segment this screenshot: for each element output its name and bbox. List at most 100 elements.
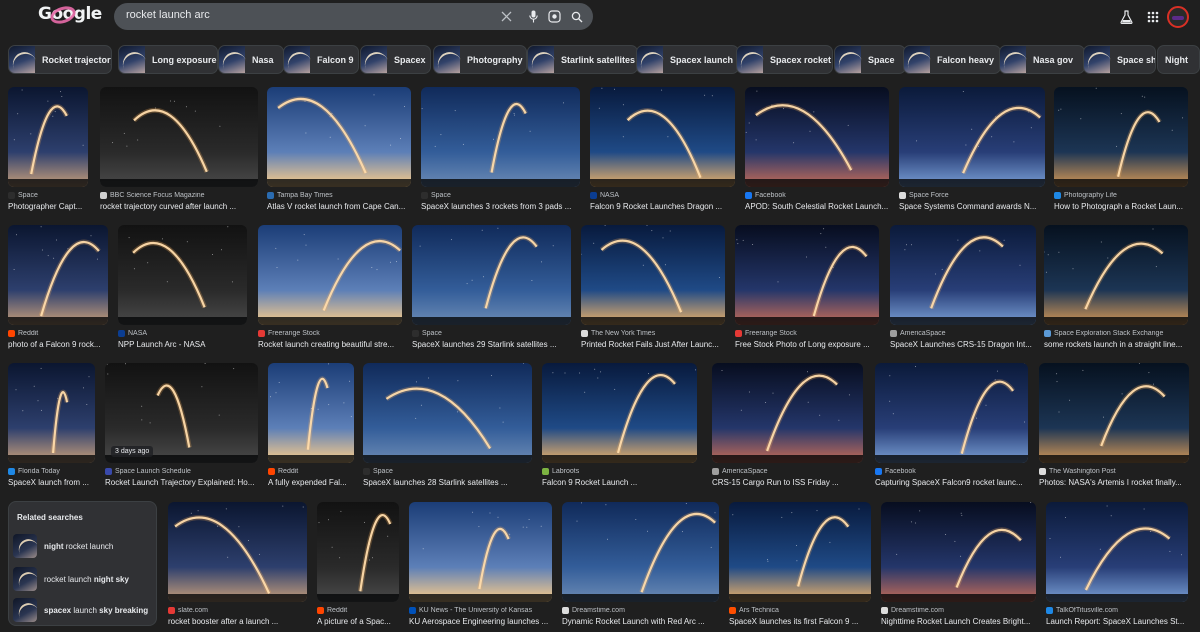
image-result[interactable]: The New York Times Printed Rocket Fails J… (581, 225, 725, 358)
image-result[interactable]: 3 days ago Space Launch Schedule Rocket La… (105, 363, 258, 496)
image-result[interactable]: Space SpaceX launches 3 rockets from 3 pa… (421, 87, 580, 220)
image-result[interactable]: AmericaSpace SpaceX Launches CRS-15 Drago… (890, 225, 1036, 358)
result-caption[interactable]: Atlas V rocket launch from Cape Can... (267, 202, 411, 211)
result-thumbnail[interactable] (268, 363, 354, 463)
result-thumbnail[interactable] (1046, 502, 1188, 602)
chip-nasa-gov[interactable]: Nasa gov (999, 45, 1085, 74)
result-caption[interactable]: Falcon 9 Rocket Launch ... (542, 478, 697, 487)
result-caption[interactable]: rocket booster after a launch ... (168, 617, 307, 626)
result-caption[interactable]: Rocket launch creating beautiful stre... (258, 340, 402, 349)
result-source[interactable]: Dreamstime.com (562, 607, 719, 614)
result-caption[interactable]: NPP Launch Arc - NASA (118, 340, 247, 349)
image-result[interactable]: slate.com rocket booster after a launch .… (168, 502, 307, 632)
result-thumbnail[interactable]: 3 days ago (105, 363, 258, 463)
result-source[interactable]: Tampa Bay Times (267, 192, 411, 199)
image-result[interactable]: BBC Science Focus Magazine rocket traject… (100, 87, 258, 220)
chip-starlink-satellites[interactable]: Starlink satellites (527, 45, 638, 74)
result-source[interactable]: AmericaSpace (712, 468, 863, 475)
result-source[interactable]: BBC Science Focus Magazine (100, 192, 258, 199)
result-caption[interactable]: Falcon 9 Rocket Launches Dragon ... (590, 202, 735, 211)
image-result[interactable]: Reddit photo of a Falcon 9 rock... (8, 225, 108, 358)
chip-spacex-launch[interactable]: Spacex launch (636, 45, 739, 74)
result-source[interactable]: Space (421, 192, 580, 199)
chip-space[interactable]: Space (834, 45, 906, 74)
google-logo[interactable]: Google (38, 3, 102, 27)
chip-spacex-rocket[interactable]: Spacex rocket (736, 45, 833, 74)
image-result[interactable]: Tampa Bay Times Atlas V rocket launch fro… (267, 87, 411, 220)
chip-nasa[interactable]: Nasa (218, 45, 284, 74)
result-caption[interactable]: APOD: South Celestial Rocket Launch... (745, 202, 889, 211)
image-result[interactable]: Space Force Space Systems Command awards … (899, 87, 1045, 220)
result-thumbnail[interactable] (1054, 87, 1188, 187)
result-caption[interactable]: Rocket Launch Trajectory Explained: Ho..… (105, 478, 258, 487)
image-result[interactable]: Reddit A picture of a Spac... (317, 502, 399, 632)
apps-grid-icon[interactable] (1144, 8, 1162, 26)
result-thumbnail[interactable] (267, 87, 411, 187)
result-caption[interactable]: SpaceX launches 29 Starlink satellites .… (412, 340, 571, 349)
result-caption[interactable]: SpaceX launches 3 rockets from 3 pads ..… (421, 202, 580, 211)
labs-flask-icon[interactable] (1117, 8, 1135, 26)
image-result[interactable]: NASA NPP Launch Arc - NASA (118, 225, 247, 358)
result-source[interactable]: Freerange Stock (258, 330, 402, 337)
result-caption[interactable]: rocket trajectory curved after launch ..… (100, 202, 258, 211)
result-thumbnail[interactable] (168, 502, 307, 602)
result-thumbnail[interactable] (258, 225, 402, 325)
result-caption[interactable]: KU Aerospace Engineering launches ... (409, 617, 552, 626)
image-result[interactable]: The Washington Post Photos: NASA's Artemi… (1039, 363, 1189, 496)
result-thumbnail[interactable] (875, 363, 1028, 463)
chip-falcon-9[interactable]: Falcon 9 (283, 45, 359, 74)
related-search-item[interactable]: spacex launch sky breaking (13, 597, 153, 623)
result-source[interactable]: Reddit (268, 468, 354, 475)
result-caption[interactable]: CRS-15 Cargo Run to ISS Friday ... (712, 478, 863, 487)
result-thumbnail[interactable] (729, 502, 871, 602)
result-thumbnail[interactable] (8, 363, 95, 463)
image-result[interactable]: KU News - The University of Kansas KU Aer… (409, 502, 552, 632)
result-thumbnail[interactable] (412, 225, 571, 325)
chip-long-exposure[interactable]: Long exposure (118, 45, 218, 74)
result-caption[interactable]: photo of a Falcon 9 rock... (8, 340, 108, 349)
result-source[interactable]: slate.com (168, 607, 307, 614)
result-caption[interactable]: A picture of a Spac... (317, 617, 399, 626)
image-result[interactable]: Space Exploration Stack Exchange some roc… (1044, 225, 1188, 358)
result-thumbnail[interactable] (881, 502, 1036, 602)
result-caption[interactable]: How to Photograph a Rocket Laun... (1054, 202, 1188, 211)
chip-photography[interactable]: Photography (433, 45, 527, 74)
result-thumbnail[interactable] (562, 502, 719, 602)
lens-icon[interactable] (547, 9, 562, 24)
related-search-item[interactable]: night rocket launch (13, 533, 153, 559)
image-result[interactable]: Freerange Stock Free Stock Photo of Long … (735, 225, 879, 358)
result-caption[interactable]: Dynamic Rocket Launch with Red Arc ... (562, 617, 719, 626)
image-result[interactable]: Space SpaceX launches 28 Starlink satelli… (363, 363, 532, 496)
result-source[interactable]: Ars Technica (729, 607, 871, 614)
clear-icon[interactable] (499, 9, 514, 24)
image-result[interactable]: Florida Today SpaceX launch from ... (8, 363, 95, 496)
search-input[interactable]: rocket launch arc (126, 9, 210, 21)
result-thumbnail[interactable] (100, 87, 258, 187)
result-thumbnail[interactable] (581, 225, 725, 325)
image-result[interactable]: Freerange Stock Rocket launch creating be… (258, 225, 402, 358)
microphone-icon[interactable] (526, 9, 541, 24)
result-caption[interactable]: SpaceX launch from ... (8, 478, 95, 487)
search-box[interactable]: rocket launch arc (114, 3, 593, 30)
result-thumbnail[interactable] (1039, 363, 1189, 463)
result-source[interactable]: The New York Times (581, 330, 725, 337)
result-thumbnail[interactable] (421, 87, 580, 187)
image-result[interactable]: Space SpaceX launches 29 Starlink satelli… (412, 225, 571, 358)
account-avatar[interactable] (1167, 6, 1189, 28)
result-source[interactable]: Space Launch Schedule (105, 468, 258, 475)
image-result[interactable]: Space Photographer Capt... (8, 87, 88, 220)
image-result[interactable]: Ars Technica SpaceX launches its first Fa… (729, 502, 871, 632)
result-thumbnail[interactable] (409, 502, 552, 602)
result-caption[interactable]: Launch Report: SpaceX Launches St... (1046, 617, 1188, 626)
image-result[interactable]: Facebook APOD: South Celestial Rocket Lau… (745, 87, 889, 220)
result-thumbnail[interactable] (542, 363, 697, 463)
result-caption[interactable]: Space Systems Command awards N... (899, 202, 1045, 211)
image-result[interactable]: Photography Life How to Photograph a Rock… (1054, 87, 1188, 220)
image-result[interactable]: Facebook Capturing SpaceX Falcon9 rocket … (875, 363, 1028, 496)
result-thumbnail[interactable] (317, 502, 399, 602)
result-source[interactable]: Space (363, 468, 532, 475)
image-result[interactable]: TalkOfTitusville.com Launch Report: Space… (1046, 502, 1188, 632)
image-result[interactable]: Dreamstime.com Nighttime Rocket Launch Cr… (881, 502, 1036, 632)
result-source[interactable]: Florida Today (8, 468, 95, 475)
image-result[interactable]: Dreamstime.com Dynamic Rocket Launch with… (562, 502, 719, 632)
